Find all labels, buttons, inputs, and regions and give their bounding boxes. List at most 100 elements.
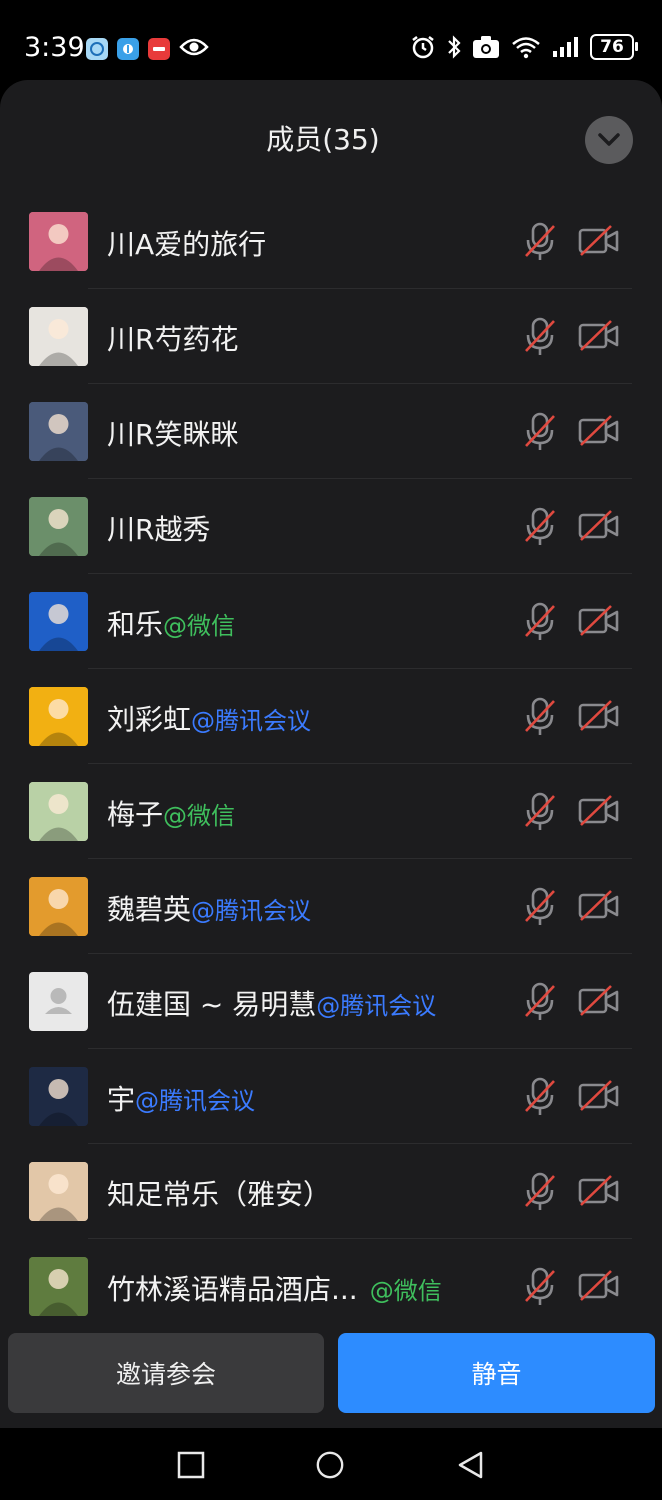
mic-muted-icon[interactable] — [522, 1267, 558, 1307]
member-source-tag: @微信 — [163, 802, 236, 830]
mic-muted-icon[interactable] — [522, 697, 558, 737]
member-row[interactable]: 梅子@微信 — [0, 764, 662, 859]
camera-off-icon[interactable] — [578, 509, 620, 543]
mic-muted-icon[interactable] — [522, 412, 558, 452]
status-time: 3:39 — [24, 32, 85, 63]
sunset-jump-photo — [29, 877, 88, 936]
woman-green-photo — [29, 782, 88, 841]
avatar — [29, 402, 88, 461]
member-row[interactable]: 和乐@微信 — [0, 574, 662, 669]
camera-off-icon[interactable] — [578, 319, 620, 353]
recents-icon[interactable] — [176, 1450, 206, 1480]
collapse-button[interactable] — [585, 116, 633, 164]
member-source-tag: @腾讯会议 — [191, 707, 312, 735]
sunflower-photo — [29, 687, 88, 746]
member-row[interactable]: 伍建国 ~ 易明慧@腾讯会议 — [0, 954, 662, 1049]
member-source-tag: @腾讯会议 — [316, 992, 437, 1020]
member-name-wrap: 梅子@微信 — [107, 793, 235, 833]
member-name: 宇 — [107, 1083, 136, 1116]
avatar — [29, 497, 88, 556]
camera-off-icon[interactable] — [578, 889, 620, 923]
invite-button[interactable]: 邀请参会 — [8, 1333, 324, 1413]
member-name-wrap: 川R芍药花 — [107, 318, 238, 358]
avatar — [29, 782, 88, 841]
camera-off-icon[interactable] — [578, 699, 620, 733]
member-source-tag: @腾讯会议 — [191, 897, 312, 925]
member-name-wrap: 魏碧英@腾讯会议 — [107, 888, 311, 928]
avatar — [29, 212, 88, 271]
mic-muted-icon[interactable] — [522, 792, 558, 832]
camera-off-icon[interactable] — [578, 1269, 620, 1303]
eye-icon — [179, 37, 209, 61]
camera-off-icon[interactable] — [578, 1174, 620, 1208]
home-icon[interactable] — [315, 1450, 345, 1480]
avatar — [29, 972, 88, 1031]
woman-smile-photo — [29, 1162, 88, 1221]
wifi-icon — [512, 37, 540, 59]
member-name: 知足常乐（雅安） — [107, 1178, 332, 1211]
mic-muted-icon[interactable] — [522, 602, 558, 642]
woman-pink-photo — [29, 212, 88, 271]
member-row[interactable]: 竹林溪语精品酒店... @微信 — [0, 1239, 662, 1318]
mic-muted-icon[interactable] — [522, 1172, 558, 1212]
camera-off-icon[interactable] — [578, 604, 620, 638]
member-name: 和乐 — [107, 608, 164, 641]
mic-muted-icon[interactable] — [522, 887, 558, 927]
huawei-app-icon — [148, 38, 170, 60]
chevron-down-icon — [598, 133, 620, 146]
member-row[interactable]: 宇@腾讯会议 — [0, 1049, 662, 1144]
battery-level: 76 — [600, 37, 624, 57]
member-row[interactable]: 川A爱的旅行 — [0, 194, 662, 289]
action-bar: 邀请参会 静音 — [0, 1318, 662, 1428]
camera-off-icon[interactable] — [578, 794, 620, 828]
mic-muted-icon[interactable] — [522, 222, 558, 262]
member-name: 竹林溪语精品酒店... — [107, 1273, 358, 1306]
battery-indicator: 76 — [590, 34, 638, 60]
mic-muted-icon[interactable] — [522, 317, 558, 357]
mic-muted-icon[interactable] — [522, 982, 558, 1022]
mute-all-button[interactable]: 静音 — [338, 1333, 655, 1413]
woman-portrait-photo — [29, 307, 88, 366]
member-list[interactable]: 川A爱的旅行 川R芍药花 川R笑眯眯 川R越秀 和乐@微信 刘彩虹@腾讯会议 梅子@微信 魏碧… — [0, 194, 662, 1318]
park-photo — [29, 497, 88, 556]
bluetooth-icon — [448, 35, 461, 59]
mic-muted-icon[interactable] — [522, 507, 558, 547]
member-name-wrap: 知足常乐（雅安） — [107, 1173, 331, 1213]
back-icon[interactable] — [456, 1450, 486, 1480]
member-row[interactable]: 刘彩虹@腾讯会议 — [0, 669, 662, 764]
chat-bubble-app-icon — [86, 38, 108, 60]
member-name-wrap: 刘彩虹@腾讯会议 — [107, 698, 311, 738]
member-name: 刘彩虹 — [107, 703, 192, 736]
camera-off-icon[interactable] — [578, 984, 620, 1018]
signal-icon — [553, 37, 578, 57]
night-lake-photo — [29, 402, 88, 461]
mic-muted-icon[interactable] — [522, 1077, 558, 1117]
navigation-bar — [0, 1428, 662, 1500]
member-name-wrap: 川A爱的旅行 — [107, 223, 266, 263]
member-source-tag: @微信 — [163, 612, 236, 640]
avatar — [29, 1162, 88, 1221]
member-row[interactable]: 魏碧英@腾讯会议 — [0, 859, 662, 954]
member-name-wrap: 宇@腾讯会议 — [107, 1078, 255, 1118]
member-name: 川R越秀 — [107, 513, 211, 546]
member-row[interactable]: 川R越秀 — [0, 479, 662, 574]
member-name: 梅子 — [107, 798, 164, 831]
camera-off-icon[interactable] — [578, 224, 620, 258]
dark-art-photo — [29, 1067, 88, 1126]
member-name-wrap: 川R笑眯眯 — [107, 413, 238, 453]
member-name: 魏碧英 — [107, 893, 192, 926]
garden-photo — [29, 1257, 88, 1316]
camera-off-icon[interactable] — [578, 414, 620, 448]
member-row[interactable]: 川R笑眯眯 — [0, 384, 662, 479]
member-row[interactable]: 知足常乐（雅安） — [0, 1144, 662, 1239]
member-name-wrap: 和乐@微信 — [107, 603, 235, 643]
member-name: 伍建国 ~ 易明慧 — [107, 988, 317, 1021]
avatar — [29, 307, 88, 366]
camera-off-icon[interactable] — [578, 1079, 620, 1113]
blue-sky-cloud-photo — [29, 592, 88, 651]
avatar — [29, 592, 88, 651]
sheet-title: 成员(35) — [266, 123, 380, 156]
member-name-wrap: 竹林溪语精品酒店... @微信 — [107, 1268, 442, 1308]
member-row[interactable]: 川R芍药花 — [0, 289, 662, 384]
status-right-icons: 76 — [410, 34, 638, 60]
